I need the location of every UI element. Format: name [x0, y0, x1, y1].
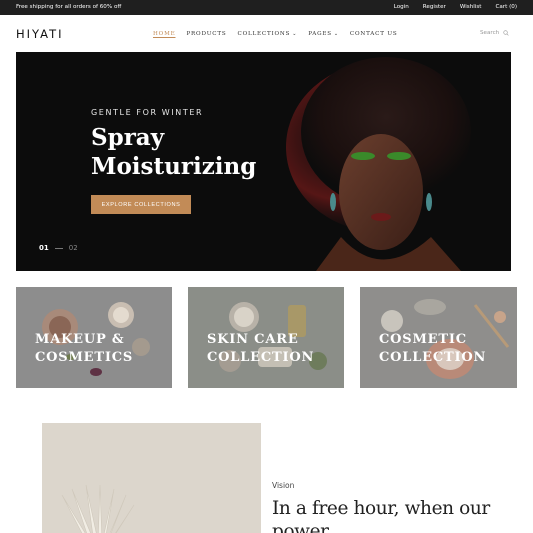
nav-item-home[interactable]: HOME: [153, 31, 175, 37]
register-link[interactable]: Register: [423, 4, 446, 10]
wishlist-link[interactable]: Wishlist: [460, 4, 482, 10]
slide-indicator-next[interactable]: 02: [69, 244, 78, 252]
slide-pagination: 01 02: [39, 244, 78, 252]
vision-headline: In a free hour, when our power: [272, 498, 490, 533]
search-button[interactable]: Search: [480, 30, 509, 36]
account-links: Login Register Wishlist Cart (0): [394, 4, 517, 10]
site-logo[interactable]: HIYATI: [16, 27, 64, 41]
nav-item-contact[interactable]: CONTACT US: [350, 31, 398, 37]
nav-label: HOME: [153, 31, 176, 37]
slide-divider: [54, 247, 63, 249]
main-nav: HOME PRODUCTS COLLECTIONS ⌄ PAGES ⌄ CONTAC…: [153, 31, 397, 37]
promo-text: Free shipping for all orders of 60% off: [16, 4, 122, 10]
nav-item-products[interactable]: PRODUCTS: [186, 31, 226, 37]
vision-eyebrow: Vision: [272, 481, 295, 490]
nav-label: PAGES: [308, 31, 332, 37]
hero-eyebrow: GENTLE FOR WINTER: [91, 108, 204, 117]
search-label: Search: [480, 30, 500, 36]
cart-link[interactable]: Cart (0): [495, 4, 517, 10]
collection-card-label: SKIN CARE COLLECTION: [207, 332, 315, 365]
login-link[interactable]: Login: [394, 4, 409, 10]
explore-collections-button[interactable]: EXPLORE COLLECTIONS: [91, 195, 191, 214]
announcement-bar: Free shipping for all orders of 60% off …: [0, 0, 533, 15]
nav-item-pages[interactable]: PAGES ⌄: [308, 31, 339, 37]
chevron-down-icon: ⌄: [333, 31, 339, 37]
nav-label: COLLECTIONS: [237, 31, 291, 37]
nav-label: CONTACT US: [349, 31, 398, 37]
site-header: HIYATI HOME PRODUCTS COLLECTIONS ⌄ PAGES ⌄…: [0, 15, 533, 53]
collection-card-makeup[interactable]: MAKEUP & COSMETICS: [16, 287, 172, 388]
vision-decor-image: [42, 423, 261, 533]
slide-indicator-current[interactable]: 01: [39, 244, 49, 252]
collection-card-cosmetic[interactable]: COSMETIC COLLECTION: [360, 287, 517, 388]
nav-item-collections[interactable]: COLLECTIONS ⌄: [238, 31, 298, 37]
collection-card-label: COSMETIC COLLECTION: [379, 332, 487, 365]
hero-slider: GENTLE FOR WINTER Spray Moisturizing EXP…: [16, 52, 511, 271]
collection-card-label: MAKEUP & COSMETICS: [35, 332, 134, 365]
vision-image: [42, 423, 261, 533]
chevron-down-icon: ⌄: [292, 31, 298, 37]
hero-title: Spray Moisturizing: [91, 124, 257, 180]
collection-card-skincare[interactable]: SKIN CARE COLLECTION: [188, 287, 344, 388]
collection-cards: MAKEUP & COSMETICS SKIN CARE COLLECTION …: [16, 287, 517, 388]
search-icon: [503, 30, 509, 36]
nav-label: PRODUCTS: [186, 31, 227, 37]
